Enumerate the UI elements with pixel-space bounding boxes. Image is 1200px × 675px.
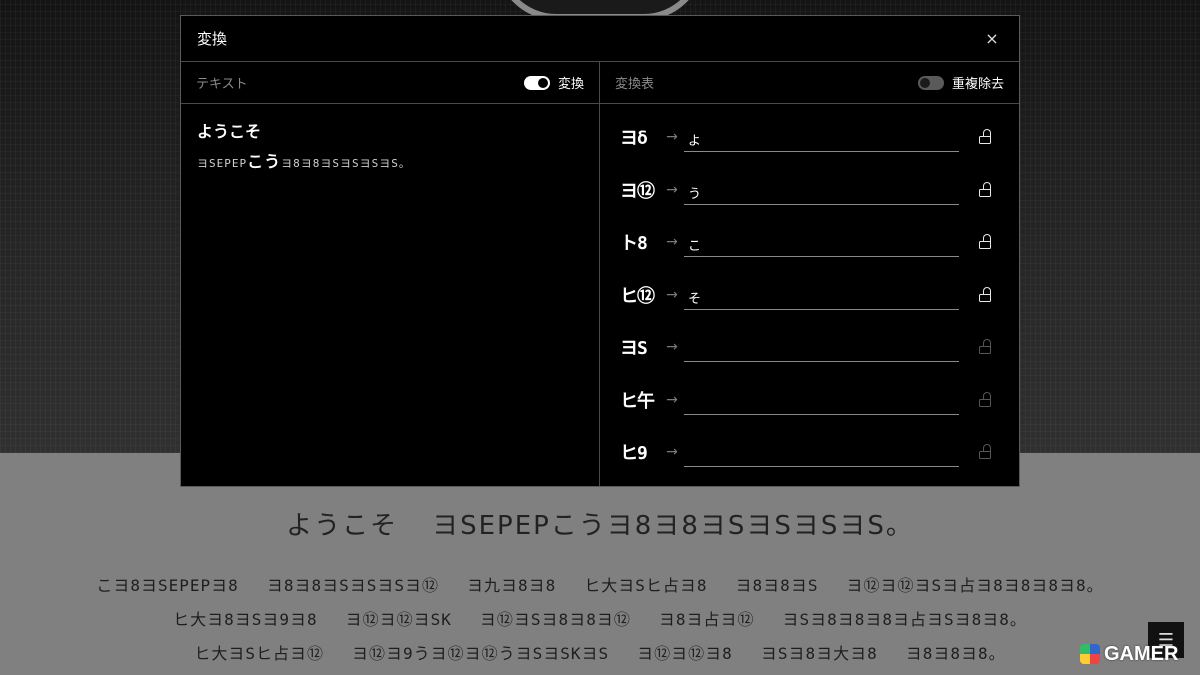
mapping-row: ヒ午 → [600, 374, 1019, 427]
mapping-glyph: ヒ午 [620, 390, 655, 412]
glyph-word: ヨSヨ8ヨ大ヨ8 [760, 644, 878, 663]
glyph-word: ヨSヨ8ヨ8ヨ8ヨ占ヨSヨ8ヨ8。 [782, 610, 1027, 629]
watermark: GAMER [1080, 642, 1178, 666]
mapping-glyph: ト8 [620, 233, 648, 255]
mapping-input[interactable] [684, 437, 959, 468]
mapping-glyph: ヨδ [620, 128, 648, 150]
lock-body [979, 136, 991, 145]
glyph-word: ヨ8ヨ8ヨ8。 [905, 644, 1006, 663]
modal-body: テキスト 変換 ようこそ ヨSEPEPこうヨ8ヨ8ヨSヨSヨSヨS。 変換表 重… [181, 62, 1019, 486]
mapping-input[interactable] [684, 122, 959, 153]
body-text-line-2: ヒ大ヨ8ヨSヨ9ヨ8 ヨ⑫ヨ⑫ヨSK ヨ⑫ヨSヨ8ヨ8ヨ⑫ ヨ8ヨ占ヨ⑫ ヨSヨ8ヨ8ヨ… [0, 606, 1200, 630]
glyph-word: ヨ九ヨ8ヨ8 [466, 576, 557, 595]
glyph-word: ヨ⑫ヨ⑫ヨ8 [637, 644, 733, 663]
convert-toggle-group: 変換 [523, 73, 584, 92]
lock-body [979, 188, 991, 197]
glyph-word: ヨ⑫ヨ⑫ヨSヨ占ヨ8ヨ8ヨ8ヨ8。 [846, 576, 1104, 595]
unlock-icon[interactable] [977, 444, 993, 460]
mapping-glyph: ヨS [620, 338, 648, 360]
lock-body [979, 241, 991, 250]
gamer-logo-icon [1080, 644, 1100, 664]
modal-header: 変換 × [181, 16, 1019, 62]
lock-body [979, 346, 991, 355]
page-heading-glyphs: ヨSEPEPこうヨ8ヨ8ヨSヨSヨSヨS。 [432, 511, 914, 541]
text-pane: テキスト 変換 ようこそ ヨSEPEPこうヨ8ヨ8ヨSヨSヨSヨS。 [181, 62, 600, 486]
dedupe-toggle-group: 重複除去 [917, 73, 1004, 92]
mapping-input[interactable] [684, 227, 959, 258]
arrow-right-icon: → [666, 129, 678, 146]
watermark-text: GAMER [1104, 642, 1179, 665]
arrow-right-icon: → [666, 444, 678, 461]
page-heading-text: ようこそ [286, 511, 399, 541]
unlock-icon[interactable] [977, 129, 993, 145]
convert-toggle[interactable] [523, 75, 550, 90]
lock-body [979, 451, 991, 460]
converted-prefix: ヨSEPEP [197, 157, 248, 170]
dedupe-toggle[interactable] [917, 75, 944, 90]
glyph-word: ヒ大ヨSヒ占ヨ8 [584, 576, 708, 595]
glyph-word: ヒ大ヨ8ヨSヨ9ヨ8 [173, 610, 318, 629]
glyph-word: ヨ8ヨ占ヨ⑫ [658, 610, 755, 629]
toggle-knob [919, 77, 930, 88]
toggle-knob [537, 77, 548, 88]
mapping-row: ト8 → [600, 216, 1019, 269]
glyph-word: ヨ⑫ヨSヨ8ヨ8ヨ⑫ [479, 610, 631, 629]
arrow-right-icon: → [666, 234, 678, 251]
page-heading: ようこそ ヨSEPEPこうヨ8ヨ8ヨSヨSヨSヨS。 [0, 505, 1200, 542]
mapping-row: ヨ⑫ → [600, 164, 1019, 217]
mapping-input[interactable] [684, 332, 959, 363]
mapping-glyph: ヨ⑫ [620, 180, 655, 202]
convert-toggle-label: 変換 [557, 77, 584, 92]
mapping-pane: 変換表 重複除去 ヨδ → ヨ⑫ → ト8 → ヒ⑫ → ヨS → ヒ午 → ヒ9 → [600, 62, 1019, 486]
mapping-pane-header: 変換表 重複除去 [600, 62, 1019, 104]
mapping-row: ヒ9 → [600, 426, 1019, 479]
arrow-right-icon: → [666, 391, 678, 408]
unlock-icon[interactable] [977, 181, 993, 198]
conversion-modal: 変換 × テキスト 変換 ようこそ ヨSEPEPこうヨ8ヨ8ヨSヨSヨSヨS。 … [180, 15, 1020, 487]
body-text-line-3: ヒ大ヨSヒ占ヨ⑫ ヨ⑫ヨ9うヨ⑫ヨ⑫うヨSヨSKヨS ヨ⑫ヨ⑫ヨ8 ヨSヨ8ヨ大ヨ8 ヨ… [0, 640, 1200, 664]
mapping-input[interactable] [684, 279, 959, 310]
arrow-right-icon: → [666, 181, 678, 198]
mapping-input[interactable] [684, 174, 959, 205]
arrow-right-icon: → [666, 286, 678, 303]
close-button[interactable]: × [981, 28, 1003, 50]
modal-title: 変換 [197, 30, 228, 48]
mapping-glyph: ヒ9 [620, 443, 648, 465]
unlock-icon[interactable] [977, 286, 993, 303]
glyph-word: ヒ大ヨSヒ占ヨ⑫ [194, 644, 324, 663]
text-pane-label: テキスト [196, 77, 248, 92]
mapping-list: ヨδ → ヨ⑫ → ト8 → ヒ⑫ → ヨS → ヒ午 → ヒ9 → [600, 104, 1019, 479]
body-text-line-1: こヨ8ヨSEPEPヨ8 ヨ8ヨ8ヨSヨSヨSヨ⑫ ヨ九ヨ8ヨ8 ヒ大ヨSヒ占ヨ8 ヨ8ヨ… [0, 572, 1200, 596]
unlock-icon[interactable] [977, 234, 993, 250]
mapping-input[interactable] [684, 384, 959, 415]
lock-body [979, 293, 991, 302]
mapping-pane-label: 変換表 [615, 77, 655, 92]
unlock-icon[interactable] [977, 339, 993, 355]
glyph-word: ヨ⑫ヨ⑫ヨSK [345, 610, 452, 629]
lock-body [979, 398, 991, 407]
mapping-row: ヨδ → [600, 111, 1019, 164]
glyph-word: ヨ8ヨ8ヨSヨSヨSヨ⑫ [266, 576, 439, 595]
mapping-row: ヨS → [600, 321, 1019, 374]
text-pane-header: テキスト 変換 [181, 62, 599, 104]
glyph-word: ヨ8ヨ8ヨS [735, 576, 819, 595]
dedupe-toggle-label: 重複除去 [951, 77, 1004, 92]
glyph-word: こヨ8ヨSEPEPヨ8 [96, 576, 239, 595]
converted-text: ヨSEPEPこうヨ8ヨ8ヨSヨSヨSヨS。 [197, 148, 583, 172]
converted-highlight: こう [247, 152, 282, 171]
arrow-right-icon: → [666, 339, 678, 356]
text-content[interactable]: ようこそ ヨSEPEPこうヨ8ヨ8ヨSヨSヨSヨS。 [181, 104, 599, 186]
source-text: ようこそ [197, 122, 262, 141]
glyph-word: ヨ⑫ヨ9うヨ⑫ヨ⑫うヨSヨSKヨS [352, 644, 610, 663]
mapping-row: ヒ⑫ → [600, 269, 1019, 322]
converted-suffix: ヨ8ヨ8ヨSヨSヨSヨS。 [281, 157, 411, 170]
unlock-icon[interactable] [977, 391, 993, 408]
mapping-glyph: ヒ⑫ [620, 285, 655, 307]
